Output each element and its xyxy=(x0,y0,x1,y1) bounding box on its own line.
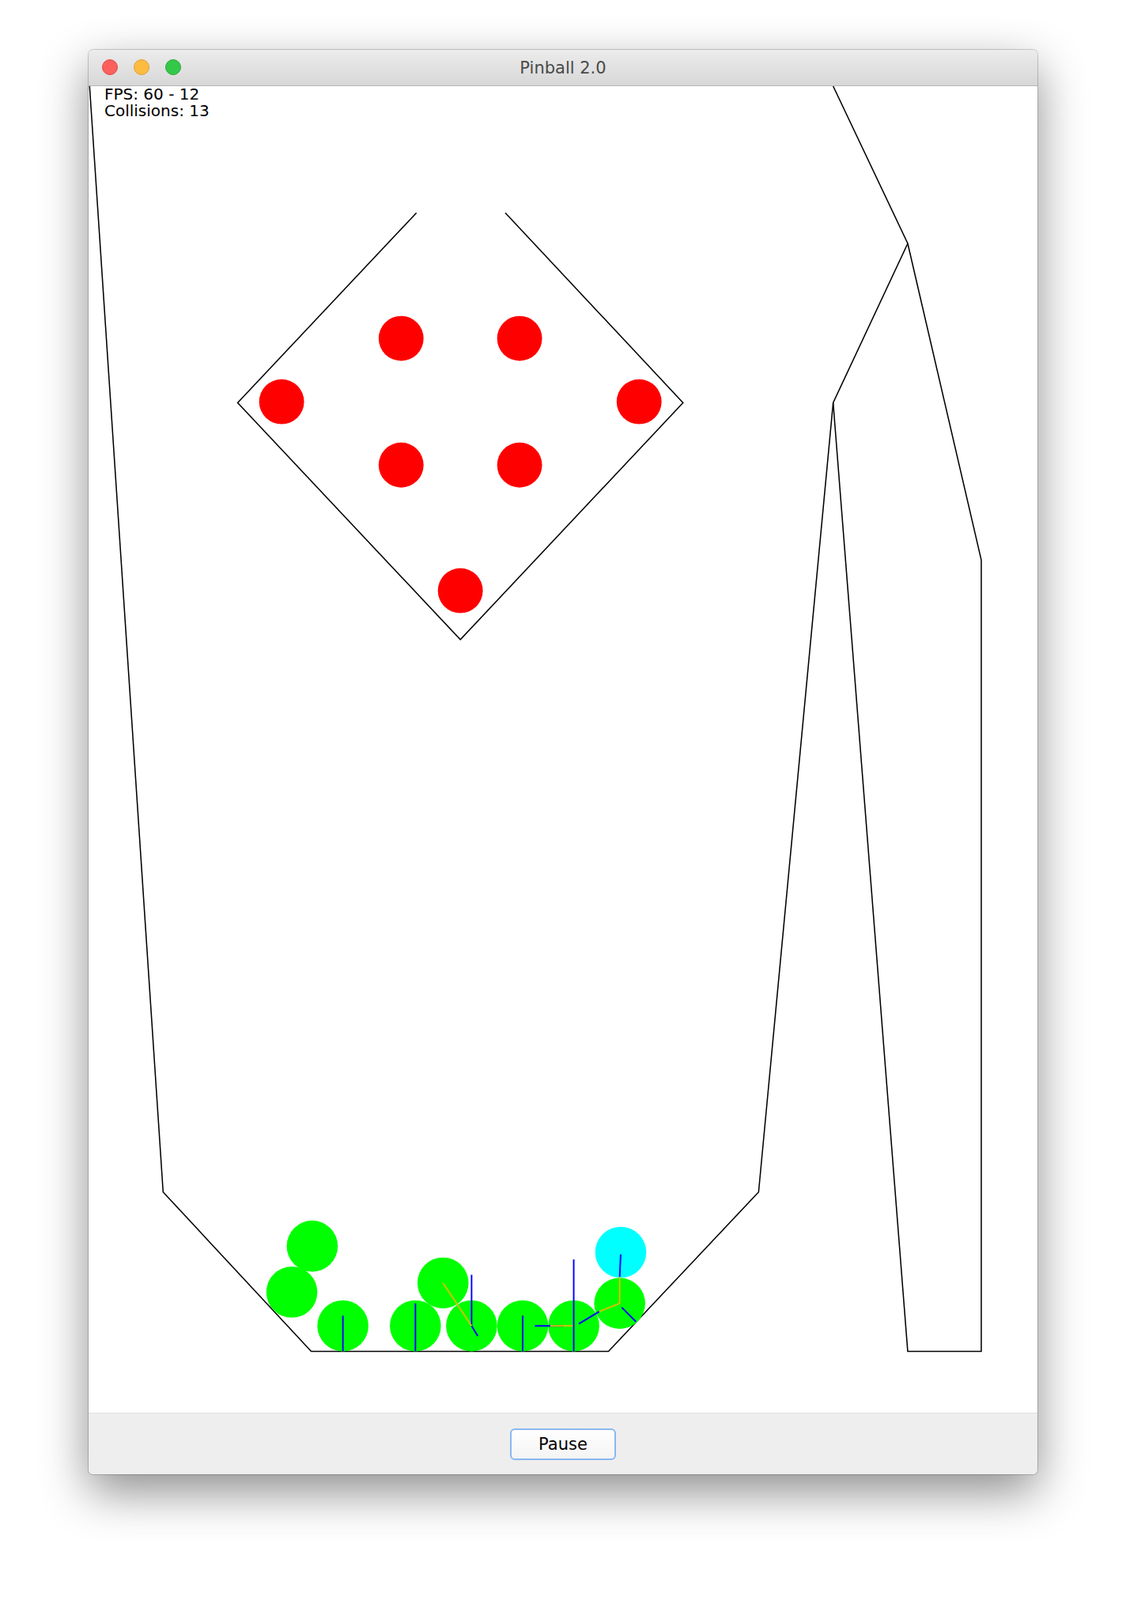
velocity-vector xyxy=(470,1275,473,1327)
stats-overlay: FPS: 60 - 12Collisions: 13 xyxy=(104,86,210,120)
velocity-vector xyxy=(573,1259,575,1352)
velocity-vector xyxy=(578,1311,600,1325)
ball xyxy=(317,1300,369,1353)
velocity-vector xyxy=(619,1277,621,1304)
velocity-vector xyxy=(414,1303,416,1353)
title-bar[interactable]: Pinball 2.0 xyxy=(88,49,1038,87)
launch-lane xyxy=(833,243,982,1353)
ball xyxy=(287,1220,339,1273)
bumper xyxy=(378,316,424,362)
window-controls xyxy=(102,59,182,76)
minimize-icon[interactable] xyxy=(133,59,150,76)
pause-button[interactable]: Pause xyxy=(510,1428,616,1461)
velocity-vector xyxy=(621,1307,636,1323)
velocity-vector xyxy=(619,1254,621,1278)
bumper xyxy=(616,379,662,425)
bumper xyxy=(497,316,543,362)
outer-wall xyxy=(89,86,908,1352)
control-bar: Pause xyxy=(88,1413,1038,1475)
ball xyxy=(266,1266,318,1319)
ball xyxy=(595,1227,647,1279)
velocity-vector xyxy=(442,1283,472,1327)
velocity-vector xyxy=(599,1303,620,1312)
velocity-vector xyxy=(471,1326,478,1337)
velocity-vector xyxy=(521,1315,524,1352)
velocity-vector xyxy=(550,1325,575,1327)
pinball-table xyxy=(88,86,1038,1414)
game-board: FPS: 60 - 12Collisions: 13 xyxy=(88,86,1038,1414)
bumper xyxy=(497,442,543,488)
collision-counter: Collisions: 13 xyxy=(104,102,210,120)
app-window: Pinball 2.0 FPS: 60 - 12Collisions: 13 Pau… xyxy=(88,49,1038,1475)
zoom-icon[interactable] xyxy=(165,59,182,76)
bumper xyxy=(259,379,305,425)
ball xyxy=(389,1300,442,1353)
bumper xyxy=(438,568,484,614)
fps-counter: FPS: 60 - 12 xyxy=(104,86,210,103)
desktop: Pinball 2.0 FPS: 60 - 12Collisions: 13 Pau… xyxy=(0,0,1126,1554)
bumper xyxy=(378,442,424,488)
velocity-vector xyxy=(342,1315,344,1352)
close-icon[interactable] xyxy=(102,59,118,76)
bumper-cage xyxy=(238,212,684,640)
window-title: Pinball 2.0 xyxy=(519,58,606,78)
